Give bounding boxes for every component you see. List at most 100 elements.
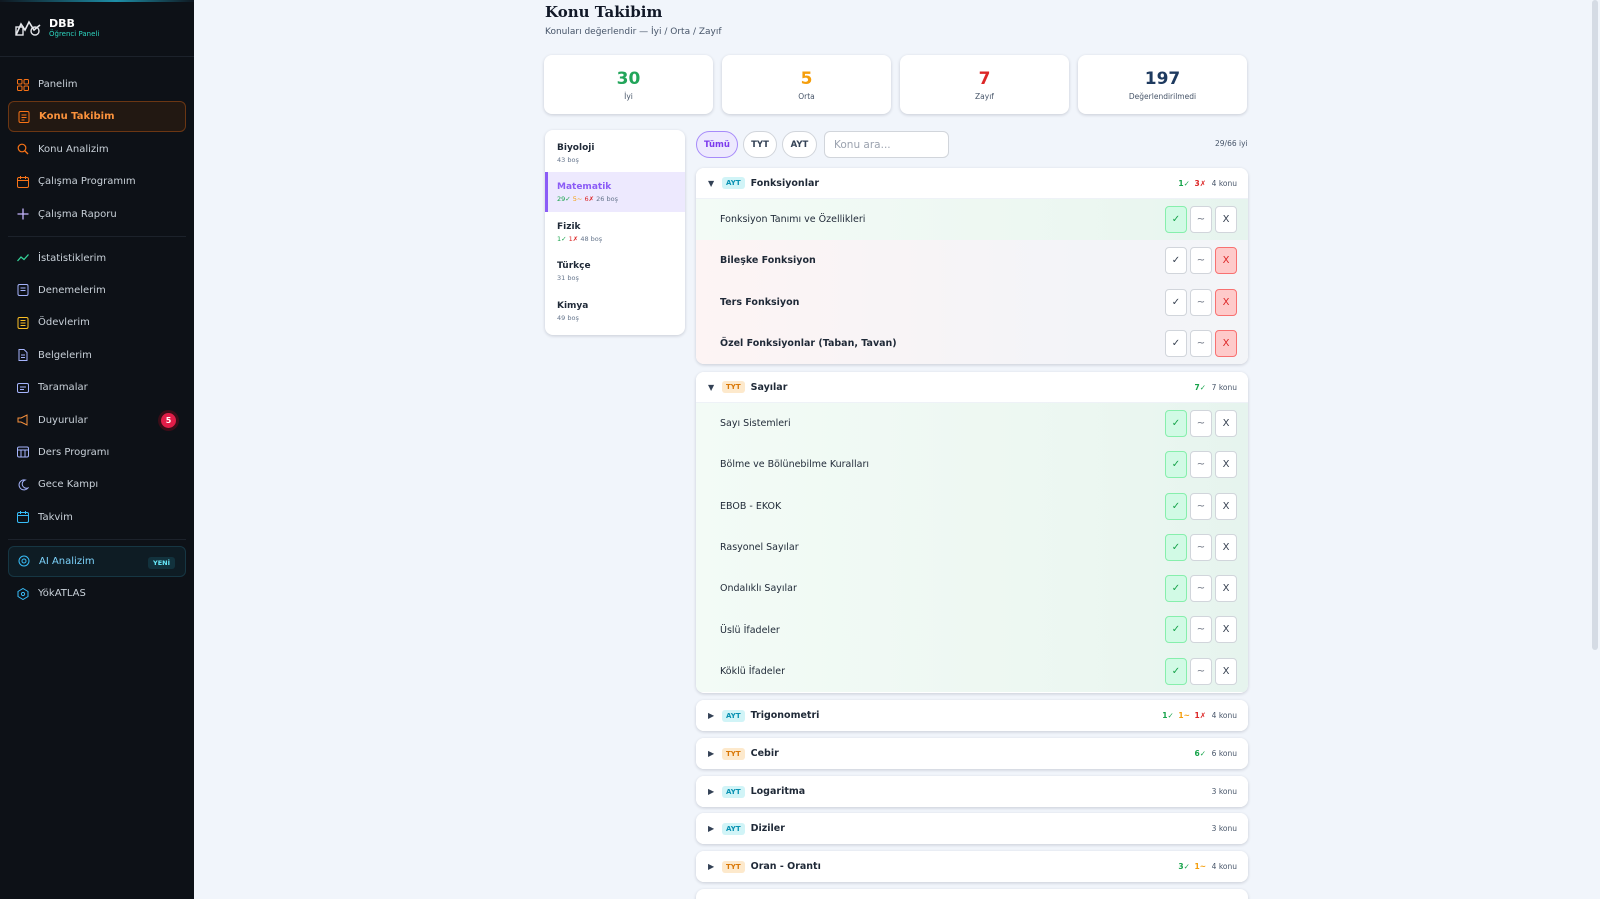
sidebar-item-istatistiklerim[interactable]: İstatistiklerim [8,243,186,274]
topic-name: Ters Fonksiyon [720,296,800,308]
topic-count: 3 konu [1211,787,1237,796]
new-badge: YENİ [147,556,175,569]
group-header[interactable]: ▶ AYT Trigonometri 1✓ 1~ 1✗ 4 konu [696,700,1248,731]
group-header[interactable]: ▶ AYT Diziler 3 konu [696,813,1248,844]
sidebar-item-label: Denemelerim [38,284,106,296]
subject-item-kimya[interactable]: Kimya 49 boş [545,291,685,330]
rate-bad-button[interactable]: X [1215,451,1237,479]
rate-mid-button[interactable]: ~ [1190,247,1212,275]
subject-list: Biyoloji 43 boş Matematik 29✓ 5~ 6✗ 26 b… [545,130,685,335]
sidebar-nav: Panelim Konu Takibim Konu Analizim Çalış… [0,57,194,609]
rating-buttons: ✓ ~ X [1165,247,1237,275]
sidebar-item-denemelerim[interactable]: Denemelerim [8,275,186,306]
stat-label: Orta [798,91,815,101]
group-name: Fonksiyonlar [750,177,820,189]
rate-bad-button[interactable]: X [1215,492,1237,520]
topic-group-sayilar: ▼ TYT Sayılar 7✓ 7 konu Sayı Sistemleri … [696,372,1248,693]
exam-tag: AYT [722,822,745,835]
rate-good-button[interactable]: ✓ [1165,492,1187,520]
stat-label: Değerlendirilmedi [1128,91,1197,101]
rate-bad-button[interactable]: X [1215,329,1237,357]
filter-chip-tyt[interactable]: TYT [743,131,777,158]
dbb-logo-icon [15,20,41,36]
rate-good-button[interactable]: ✓ [1165,329,1187,357]
sidebar-item-belgelerim[interactable]: Belgelerim [8,340,186,371]
subject-item-fizik[interactable]: Fizik 1✓ 1✗ 48 boş [545,212,685,251]
rate-mid-button[interactable]: ~ [1190,206,1212,233]
rate-good-button[interactable]: ✓ [1165,657,1187,685]
filter-chip-all[interactable]: Tümü [696,131,738,158]
group-header[interactable]: ▶ TYT Cebir 6✓ 6 konu [696,738,1248,769]
topic-count: 4 konu [1211,179,1237,188]
page-scrollbar[interactable] [1592,0,1598,650]
sidebar-item-taramalar[interactable]: Taramalar [8,372,186,403]
subject-item-biyoloji[interactable]: Biyoloji 43 boş [545,133,685,172]
group-header[interactable]: ▼ TYT Sayılar 7✓ 7 konu [696,372,1248,403]
exam-tag: TYT [722,381,745,393]
filter-chip-ayt[interactable]: AYT [782,131,817,158]
rate-bad-button[interactable]: X [1215,206,1237,233]
rating-buttons: ✓ ~ X [1165,575,1237,603]
group-header[interactable]: ▶ AYT Logaritma 3 konu [696,776,1248,807]
topic-search-input[interactable] [824,131,949,158]
stat-label: İyi [624,91,633,101]
rate-mid-button[interactable]: ~ [1190,492,1212,520]
rate-bad-button[interactable]: X [1215,533,1237,561]
sidebar-item-konu-analizim[interactable]: Konu Analizim [8,134,186,165]
rate-mid-button[interactable]: ~ [1190,657,1212,685]
subject-item-turkce[interactable]: Türkçe 31 boş [545,251,685,290]
subject-item-matematik[interactable]: Matematik 29✓ 5~ 6✗ 26 boş [545,172,685,213]
rate-good-button[interactable]: ✓ [1165,247,1187,275]
rate-bad-button[interactable]: X [1215,575,1237,603]
topic-group-next [696,889,1248,899]
sidebar-item-yokatlas[interactable]: YökATLAS [8,578,186,609]
rate-bad-button[interactable]: X [1215,616,1237,644]
sidebar-item-ai-analizim[interactable]: AI Analizim YENİ [8,545,186,577]
megaphone-icon [16,413,30,427]
rate-good-button[interactable]: ✓ [1165,288,1187,316]
rate-mid-button[interactable]: ~ [1190,410,1212,437]
topic-group-fonksiyonlar: ▼ AYT Fonksiyonlar 1✓ 3✗ 4 konu Fonksiyo… [696,168,1248,364]
good-counter: 29/66 iyi [1215,139,1248,148]
rate-good-button[interactable]: ✓ [1165,410,1187,437]
topic-name: EBOB - EKOK [720,500,782,512]
rate-mid-button[interactable]: ~ [1190,288,1212,316]
rate-bad-button[interactable]: X [1215,288,1237,316]
sidebar-item-calisma-programim[interactable]: Çalışma Programım [8,166,186,197]
sidebar-item-duyurular[interactable]: Duyurular 5 [8,405,186,436]
group-stats: 7✓ 7 konu [1193,383,1237,392]
rate-good-button[interactable]: ✓ [1165,206,1187,233]
exam-tag: AYT [722,709,745,722]
rate-mid-button[interactable]: ~ [1190,451,1212,479]
rate-mid-button[interactable]: ~ [1190,575,1212,603]
rate-good-button[interactable]: ✓ [1165,451,1187,479]
rate-bad-button[interactable]: X [1215,247,1237,275]
stat-card-degerlendirilmedi: 197 Değerlendirilmedi [1078,55,1247,114]
rate-bad-button[interactable]: X [1215,657,1237,685]
sidebar-item-gece-kampi[interactable]: Gece Kampı [8,469,186,500]
plus-icon [16,207,30,221]
topic-count: 4 konu [1211,862,1237,871]
rate-good-button[interactable]: ✓ [1165,616,1187,644]
topic-count: 3 konu [1211,824,1237,833]
sidebar-item-takvim[interactable]: Takvim [8,502,186,533]
group-header[interactable]: ▶ TYT Oran - Orantı 3✓ 1~ 4 konu [696,851,1248,882]
rate-good-button[interactable]: ✓ [1165,575,1187,603]
rate-mid-button[interactable]: ~ [1190,329,1212,357]
rate-mid-button[interactable]: ~ [1190,616,1212,644]
rate-mid-button[interactable]: ~ [1190,533,1212,561]
rate-bad-button[interactable]: X [1215,410,1237,437]
sidebar-item-konu-takibim[interactable]: Konu Takibim [8,101,186,133]
rate-good-button[interactable]: ✓ [1165,533,1187,561]
sidebar-item-panelim[interactable]: Panelim [8,69,186,100]
topic-row: Sayı Sistemleri ✓ ~ X [696,403,1248,444]
topic-name: Özel Fonksiyonlar (Taban, Tavan) [720,338,897,350]
brand-title: DBB [49,16,75,30]
sidebar-item-ders-programi[interactable]: Ders Programı [8,437,186,468]
group-header[interactable]: ▼ AYT Fonksiyonlar 1✓ 3✗ 4 konu [696,168,1248,199]
rating-buttons: ✓ ~ X [1165,492,1237,520]
sidebar-item-odevlerim[interactable]: Ödevlerim [8,307,186,338]
filter-bar: Tümü TYT AYT [696,131,949,158]
sidebar-item-calisma-raporu[interactable]: Çalışma Raporu [8,199,186,230]
brand[interactable]: DBB Öğrenci Paneli [0,0,194,57]
